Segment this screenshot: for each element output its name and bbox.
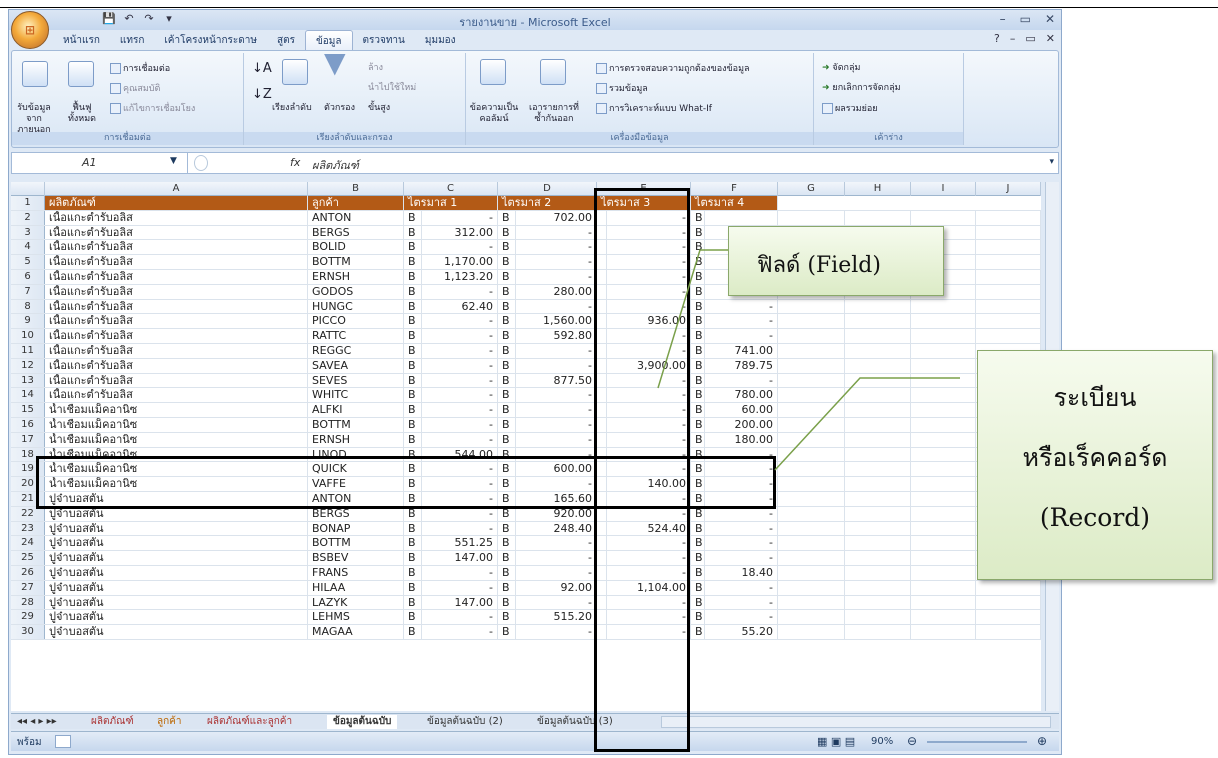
record-callout-line3: (Record) <box>1039 503 1151 532</box>
record-callout: ระเบียน หรือเร็คคอร์ด (Record) <box>977 350 1213 580</box>
office-button[interactable]: ⊞ <box>11 11 49 49</box>
record-connector-line <box>774 377 960 471</box>
record-callout-line1: ระเบียน <box>1053 383 1137 412</box>
record-callout-line2: หรือเร็คคอร์ด <box>1022 443 1168 472</box>
office-logo-icon: ⊞ <box>24 23 36 37</box>
field-callout: ฟิลด์ (Field) <box>728 226 944 296</box>
